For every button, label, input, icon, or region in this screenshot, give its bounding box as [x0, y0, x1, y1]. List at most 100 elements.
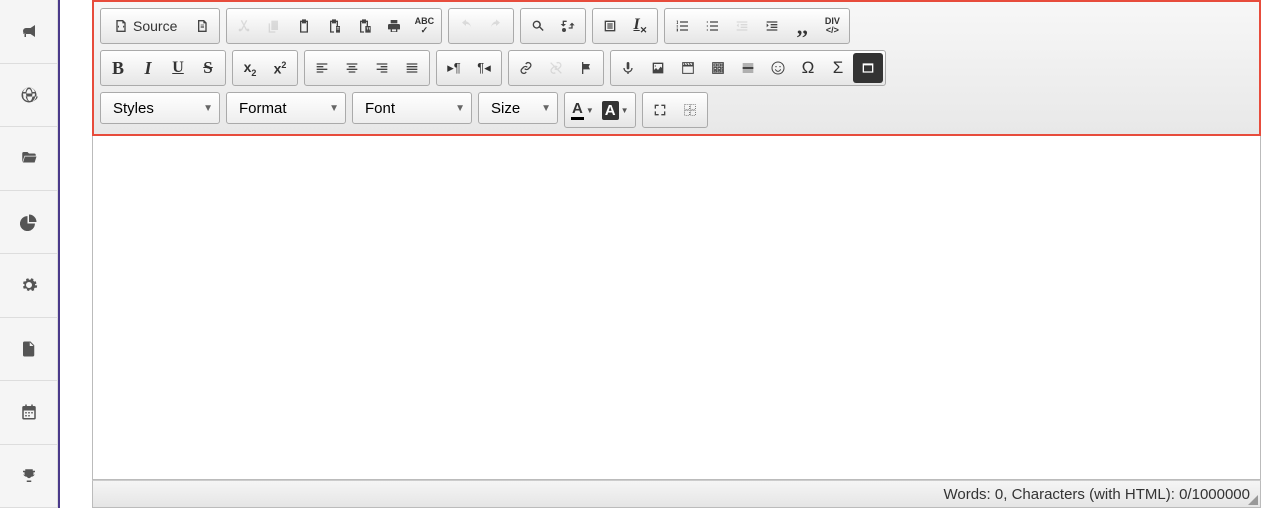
table-icon — [710, 60, 726, 76]
align-center-button[interactable] — [337, 53, 367, 83]
paste-text-icon — [326, 18, 342, 34]
align-right-icon — [374, 60, 390, 76]
unlink-button[interactable] — [541, 53, 571, 83]
styles-label: Styles — [113, 100, 154, 117]
subscript-button[interactable]: x2 — [235, 53, 265, 83]
group-subsup: x2 x2 — [232, 50, 298, 86]
outdent-icon — [734, 18, 750, 34]
image-button[interactable] — [643, 53, 673, 83]
source-icon — [113, 18, 129, 34]
sum-button[interactable]: Σ — [823, 53, 853, 83]
cut-button[interactable] — [229, 11, 259, 41]
hr-button[interactable] — [733, 53, 763, 83]
unlink-icon — [548, 60, 564, 76]
find-button[interactable] — [523, 11, 553, 41]
sidebar-item-documents[interactable] — [0, 318, 57, 382]
new-page-button[interactable] — [187, 11, 217, 41]
align-left-icon — [314, 60, 330, 76]
rtl-button[interactable]: ¶◂ — [469, 53, 499, 83]
smiley-button[interactable] — [763, 53, 793, 83]
font-combo[interactable]: Font ▼ — [352, 92, 472, 124]
trophy-icon — [20, 467, 38, 485]
smiley-icon — [770, 60, 786, 76]
paste-text-button[interactable] — [319, 11, 349, 41]
specialchar-button[interactable]: Ω — [793, 53, 823, 83]
bg-color-button[interactable]: A▼ — [598, 95, 633, 125]
folder-open-icon — [20, 149, 38, 167]
redo-icon — [488, 18, 504, 34]
blockquote-button[interactable]: ,, — [787, 11, 817, 41]
sidebar-item-achievements[interactable] — [0, 445, 57, 508]
replace-button[interactable] — [553, 11, 583, 41]
bullet-list-button[interactable] — [697, 11, 727, 41]
underline-button[interactable]: U — [163, 53, 193, 83]
toolbar-row-2: B I U S x2 x2 ▸¶ ¶◂ — [100, 50, 1253, 86]
replace-icon — [560, 18, 576, 34]
maximize-button[interactable] — [645, 95, 675, 125]
group-clipboard: ABC✓ — [226, 8, 442, 44]
remove-format-icon: I✕ — [633, 16, 647, 36]
anchor-button[interactable] — [571, 53, 601, 83]
show-blocks-button[interactable] — [675, 95, 705, 125]
redo-button[interactable] — [481, 11, 511, 41]
bg-color-icon: A▼ — [602, 101, 629, 120]
bold-button[interactable]: B — [103, 53, 133, 83]
resize-grip[interactable] — [1248, 495, 1258, 505]
outdent-button[interactable] — [727, 11, 757, 41]
text-color-button[interactable]: A▼ — [567, 95, 598, 125]
align-right-button[interactable] — [367, 53, 397, 83]
iframe-button[interactable] — [853, 53, 883, 83]
copy-button[interactable] — [259, 11, 289, 41]
align-left-button[interactable] — [307, 53, 337, 83]
paste-word-icon — [356, 18, 372, 34]
align-justify-button[interactable] — [397, 53, 427, 83]
spellcheck-button[interactable]: ABC✓ — [409, 11, 439, 41]
main-area: Source ABC✓ I✕ — [58, 0, 1281, 508]
video-button[interactable] — [673, 53, 703, 83]
size-combo[interactable]: Size▼ — [478, 92, 558, 124]
sidebar-item-globe[interactable] — [0, 64, 57, 128]
hr-icon — [740, 60, 756, 76]
underline-icon: U — [172, 59, 184, 77]
editor-wrap: Source ABC✓ I✕ — [92, 0, 1261, 508]
superscript-button[interactable]: x2 — [265, 53, 295, 83]
table-button[interactable] — [703, 53, 733, 83]
group-bidi: ▸¶ ¶◂ — [436, 50, 502, 86]
link-button[interactable] — [511, 53, 541, 83]
remove-format-button[interactable]: I✕ — [625, 11, 655, 41]
strike-button[interactable]: S — [193, 53, 223, 83]
font-label: Font — [365, 100, 395, 117]
selectall-button[interactable] — [595, 11, 625, 41]
sidebar-item-announcements[interactable] — [0, 0, 57, 64]
page-icon — [194, 18, 210, 34]
styles-combo[interactable]: Styles▼ — [100, 92, 220, 124]
ltr-button[interactable]: ▸¶ — [439, 53, 469, 83]
editor-content[interactable] — [92, 136, 1261, 480]
numbered-list-button[interactable] — [667, 11, 697, 41]
sidebar-item-reports[interactable] — [0, 191, 57, 255]
print-button[interactable] — [379, 11, 409, 41]
source-button[interactable]: Source — [103, 11, 187, 41]
paste-button[interactable] — [289, 11, 319, 41]
caret-icon: ▼ — [329, 103, 339, 114]
italic-button[interactable]: I — [133, 53, 163, 83]
group-align — [304, 50, 430, 86]
indent-button[interactable] — [757, 11, 787, 41]
format-combo[interactable]: Format▼ — [226, 92, 346, 124]
image-icon — [650, 60, 666, 76]
div-button[interactable]: DIV</> — [817, 11, 847, 41]
numbered-list-icon — [674, 18, 690, 34]
sidebar-item-files[interactable] — [0, 127, 57, 191]
group-basicstyles: B I U S — [100, 50, 226, 86]
mic-button[interactable] — [613, 53, 643, 83]
caret-icon: ▼ — [455, 103, 465, 114]
calendar-icon — [20, 403, 38, 421]
undo-button[interactable] — [451, 11, 481, 41]
clapperboard-icon — [680, 60, 696, 76]
paste-word-button[interactable] — [349, 11, 379, 41]
show-blocks-icon — [682, 102, 698, 118]
sidebar-item-calendar[interactable] — [0, 381, 57, 445]
group-source: Source — [100, 8, 220, 44]
group-colors: A▼ A▼ — [564, 92, 636, 128]
sidebar-item-settings[interactable] — [0, 254, 57, 318]
